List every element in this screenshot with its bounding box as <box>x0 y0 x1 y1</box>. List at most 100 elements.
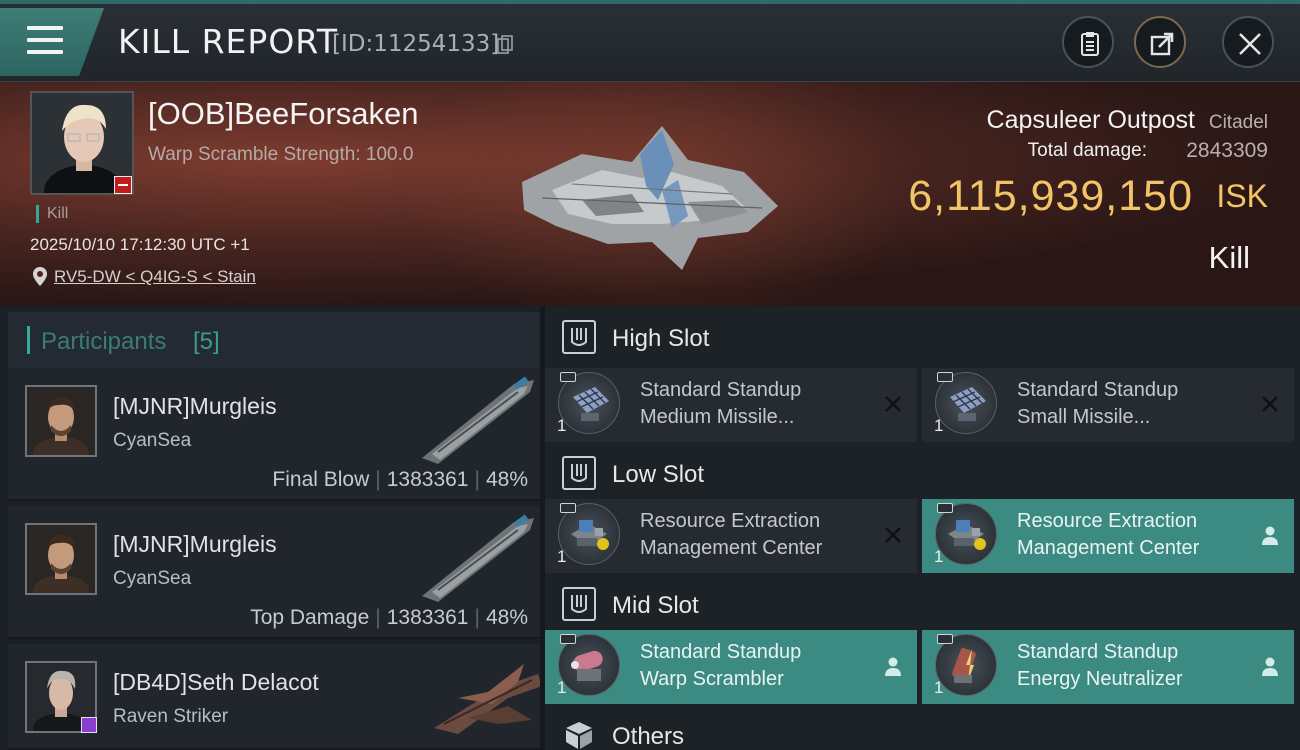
module-quantity: 1 <box>557 547 567 566</box>
citadel-ship-image <box>522 126 778 270</box>
low-slot-icon <box>562 456 596 490</box>
close-button[interactable] <box>1222 16 1274 68</box>
stat-divider: | <box>375 606 381 629</box>
high-slot-icon <box>562 320 596 354</box>
module-tier-tag <box>937 634 953 644</box>
person-icon <box>885 657 901 676</box>
low-slot-header: Low Slot <box>545 442 1300 504</box>
participant-stats: Final Blow | 1383361 | 48% <box>272 468 528 492</box>
mid-slot-header: Mid Slot <box>545 573 1300 635</box>
standing-badge <box>114 176 132 194</box>
participant-ship: CyanSea <box>113 568 192 589</box>
close-icon <box>1239 33 1261 55</box>
clipboard-icon <box>1081 32 1099 56</box>
module-card[interactable]: 1 Standard Standup Energy Neutralizer <box>922 630 1294 704</box>
module-card[interactable]: 1 Standard Standup Warp Scrambler <box>545 630 917 704</box>
victim-name[interactable]: [OOB]BeeForsaken <box>148 96 419 132</box>
module-name: Standard Standup Medium Missile... <box>640 379 802 428</box>
participant-percent: 48% <box>485 606 528 629</box>
total-damage-label: Total damage: <box>1027 140 1147 161</box>
kill-banner: [OOB]BeeForsaken Warp Scramble Strength:… <box>0 82 1300 306</box>
corp-badge-icon <box>81 717 97 733</box>
module-quantity: 1 <box>934 547 944 566</box>
participant-name[interactable]: [DB4D]Seth Delacot <box>113 669 319 696</box>
module-card[interactable]: 1 Standard Standup Medium Missile... <box>545 368 917 442</box>
module-card[interactable]: 1 Standard Standup Small Missile... <box>922 368 1294 442</box>
mid-slot-label: Mid Slot <box>612 592 699 619</box>
participant-damage: 1383361 <box>386 606 469 629</box>
copy-icon[interactable] <box>497 35 513 55</box>
kill-type-tag: Kill <box>36 205 68 223</box>
participants-count: [5] <box>193 328 220 355</box>
destroyed-x-icon <box>885 527 901 543</box>
participants-panel: Participants [5] [MJNR]Murgleis CyanSea … <box>0 306 540 750</box>
isk-unit: ISK <box>1216 178 1268 214</box>
clipboard-button[interactable] <box>1062 16 1114 68</box>
module-tier-tag <box>937 503 953 513</box>
page-title: KILL REPORT <box>118 22 338 61</box>
location-pin-icon <box>33 267 47 286</box>
participant-row[interactable]: [MJNR]Murgleis CyanSea Top Damage | 138336… <box>8 506 540 639</box>
person-icon <box>1262 526 1278 545</box>
participant-name[interactable]: [MJNR]Murgleis <box>113 531 277 558</box>
module-name: Standard Standup Warp Scrambler <box>640 641 802 690</box>
module-quantity: 1 <box>934 416 944 435</box>
module-name: Standard Standup Energy Neutralizer <box>1017 641 1183 690</box>
victim-ship-name[interactable]: Capsuleer Outpost <box>987 106 1195 135</box>
participant-percent: 48% <box>485 468 528 491</box>
stat-divider: | <box>474 468 480 491</box>
warp-scramble-strength: Warp Scramble Strength: 100.0 <box>148 144 414 165</box>
hamburger-icon <box>27 26 63 54</box>
participant-stats: Top Damage | 1383361 | 48% <box>250 606 528 630</box>
participant-avatar[interactable] <box>25 523 97 595</box>
module-tier-tag <box>560 503 576 513</box>
participant-row[interactable]: [MJNR]Murgleis CyanSea Final Blow | 138336… <box>8 368 540 501</box>
module-name: Resource Extraction Management Center <box>640 510 823 559</box>
module-card[interactable]: 1 Resource Extraction Management Center <box>545 499 917 573</box>
kill-timestamp: 2025/10/10 17:12:30 UTC +1 <box>30 235 250 254</box>
participant-ship: CyanSea <box>113 430 192 451</box>
participant-name[interactable]: [MJNR]Murgleis <box>113 393 277 420</box>
module-quantity: 1 <box>934 678 944 697</box>
stat-divider: | <box>474 606 480 629</box>
participant-row[interactable]: [DB4D]Seth Delacot Raven Striker <box>8 644 540 750</box>
cube-icon <box>566 722 592 749</box>
participant-role: Top Damage <box>250 606 370 629</box>
module-tier-tag <box>937 372 953 382</box>
module-name: Resource Extraction Management Center <box>1017 510 1200 559</box>
header-accent-bar <box>27 326 30 354</box>
victim-ship-class: Citadel <box>1208 112 1268 133</box>
high-slot-header: High Slot <box>545 306 1300 368</box>
share-button[interactable] <box>1134 16 1186 68</box>
participants-title: Participants <box>41 328 167 355</box>
participant-role: Final Blow <box>272 468 370 491</box>
report-id: [ID:11254133] <box>332 31 500 57</box>
module-tier-tag <box>560 372 576 382</box>
location-link[interactable]: RV5-DW < Q4IG-S < Stain <box>54 267 256 287</box>
destroyed-x-icon <box>1262 396 1278 412</box>
participants-header: Participants [5] <box>8 312 540 368</box>
participant-ship-image <box>422 514 534 602</box>
participant-damage: 1383361 <box>386 468 469 491</box>
low-slot-label: Low Slot <box>612 461 705 488</box>
pilot-portrait <box>27 525 95 593</box>
module-quantity: 1 <box>557 416 567 435</box>
module-name: Standard Standup Small Missile... <box>1017 379 1179 428</box>
participant-ship-image <box>422 376 534 464</box>
participant-ship-image <box>434 664 540 734</box>
top-bar-accent <box>0 0 1300 4</box>
high-slot-label: High Slot <box>612 325 710 352</box>
share-icon <box>1150 32 1174 56</box>
others-label: Others <box>612 723 685 750</box>
others-header: Others <box>545 704 1300 750</box>
fitting-panel: High Slot 1 Standard Standup Medium Missi… <box>545 306 1300 750</box>
person-icon <box>1262 657 1278 676</box>
participant-avatar[interactable] <box>25 385 97 457</box>
menu-button[interactable] <box>0 8 104 76</box>
module-card[interactable]: 1 Resource Extraction Management Center <box>922 499 1294 573</box>
kill-result: Kill <box>1208 240 1250 275</box>
destroyed-x-icon <box>885 396 901 412</box>
pilot-portrait <box>27 387 95 455</box>
stat-divider: | <box>375 468 381 491</box>
participant-ship: Raven Striker <box>113 706 229 727</box>
